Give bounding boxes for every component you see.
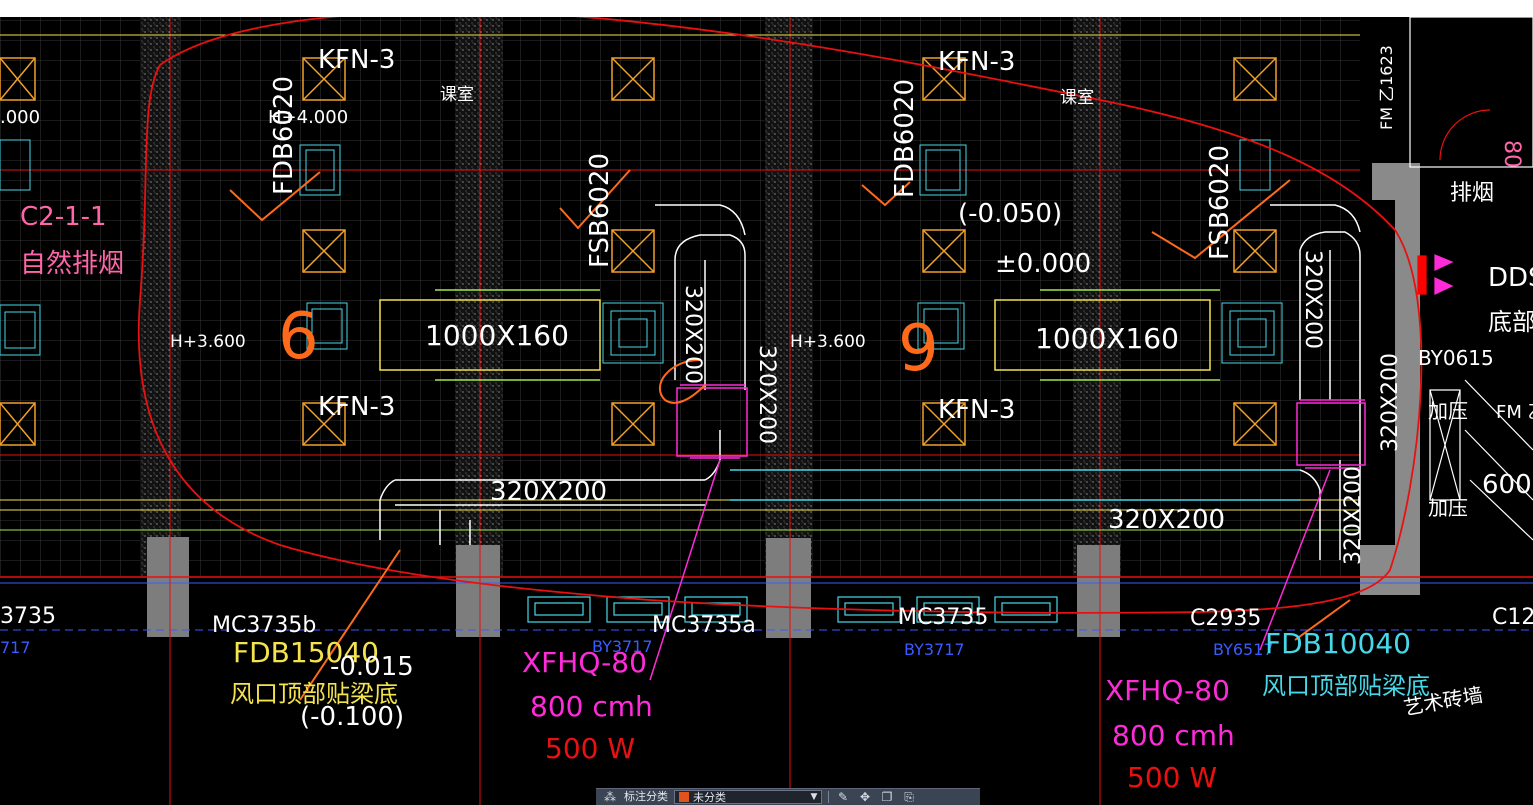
elevation-h36-1: H+3.600 — [170, 332, 246, 352]
category-color-swatch — [679, 792, 689, 802]
xfhq-label-1: XFHQ-80 — [522, 646, 647, 679]
kfn-label-3: KFN-3 — [318, 392, 395, 422]
note-icon[interactable]: ✎ — [835, 790, 851, 804]
fdb6020-label-2: FDB6020 — [890, 79, 920, 198]
number-6-mark: 6 — [278, 300, 319, 374]
room-label-2: 课室 — [1060, 88, 1094, 108]
cmh-label-2: 800 cmh — [1112, 719, 1235, 752]
category-value: 未分类 — [693, 791, 726, 804]
fm2-label: FM 乙 — [1496, 402, 1533, 423]
duct-320-v-label-3: 320X200 — [1300, 250, 1325, 349]
watt-label-2: 500 W — [1127, 761, 1217, 794]
fdb10040-label: FDB10040 — [1265, 627, 1411, 660]
s3735-label: 3735 — [0, 604, 56, 629]
c121-label: C121 — [1492, 605, 1533, 630]
duct-1000-label-2: 1000X160 — [1035, 322, 1179, 355]
number-9-mark: 9 — [898, 312, 939, 386]
fsb6020-label-1: FSB6020 — [585, 153, 615, 268]
s600-label: 600 — [1482, 470, 1532, 500]
by3717-label-2: BY3717 — [904, 640, 965, 659]
cad-canvas[interactable]: KFN-3 KFN-3 KFN-3 KFN-3 课室 课室 H+4.000 .0… — [0, 17, 1533, 805]
fdb6020-label-1: FDB6020 — [269, 76, 299, 195]
mc3735-label: MC3735 — [898, 605, 988, 630]
c2-label: C2-1-1 — [20, 202, 107, 232]
elevation-000: .000 — [0, 107, 40, 128]
duct-320-v-label-5: 320X200 — [1341, 466, 1366, 565]
c2935-label: C2935 — [1190, 606, 1261, 631]
category-select[interactable]: 未分类 ▼ — [674, 790, 822, 804]
chevron-down-icon[interactable]: ▼ — [807, 792, 821, 802]
minus100-label: (-0.100) — [300, 702, 404, 732]
duct-320-h-label-2: 320X200 — [1108, 505, 1225, 535]
fm-label: FM 乙1623 — [1377, 45, 1396, 130]
duct-1000-label-1: 1000X160 — [425, 319, 569, 352]
kfn-label-2: KFN-3 — [938, 47, 1015, 77]
fsb6020-label-2: FSB6020 — [1205, 145, 1235, 260]
mc3735a-label: MC3735a — [652, 613, 756, 638]
minus015-label: -0.015 — [330, 652, 414, 682]
copy-icon[interactable]: ❐ — [879, 790, 895, 804]
duct-320-v-label-1: 320X200 — [680, 285, 705, 384]
window-top-strip — [0, 0, 1533, 17]
by0615-label: BY0615 — [1418, 346, 1494, 370]
jiaya-label-1: 加压 — [1428, 399, 1468, 423]
xfhq-label-2: XFHQ-80 — [1105, 674, 1230, 707]
kfn-label-1: KFN-3 — [318, 45, 395, 75]
move-icon[interactable]: ✥ — [857, 790, 873, 804]
natural-smoke-label: 自然排烟 — [20, 249, 124, 279]
mc3735b-label: MC3735b — [212, 613, 316, 638]
jiaya-label-2: 加压 — [1428, 496, 1468, 520]
annotation-toolbar: ⁂ 标注分类 未分类 ▼ ✎ ✥ ❐ ⎘ — [596, 788, 980, 805]
s717-label: 717 — [0, 638, 31, 657]
zero-label: ±0.000 — [995, 249, 1091, 279]
bottom-part-label: 底部 — [1488, 308, 1533, 336]
cmh-label-1: 800 cmh — [530, 690, 653, 723]
minus050-label: (-0.050) — [958, 199, 1062, 229]
duct-320-h-label-1: 320X200 — [490, 477, 607, 507]
toolbar-divider — [828, 791, 829, 803]
room-label-1: 课室 — [440, 85, 474, 105]
grid-lines — [0, 17, 1360, 577]
watt-label-1: 500 W — [545, 732, 635, 765]
duct-320-v-label-4: 320X200 — [1378, 353, 1403, 452]
elevation-h36-2: H+3.600 — [790, 332, 866, 352]
category-label: 标注分类 — [624, 790, 668, 803]
hvac-floor-plan[interactable]: KFN-3 KFN-3 KFN-3 KFN-3 课室 课室 H+4.000 .0… — [0, 17, 1533, 805]
export-icon[interactable]: ⎘ — [901, 790, 917, 804]
dd-label: DDS — [1488, 263, 1533, 293]
layer-icon[interactable]: ⁂ — [602, 790, 618, 804]
num80-label: 80 — [1499, 140, 1524, 168]
kfn-label-4: KFN-3 — [938, 395, 1015, 425]
duct-320-v-label-2: 320X200 — [754, 345, 779, 444]
exhaust-label: 排烟 — [1450, 181, 1494, 206]
